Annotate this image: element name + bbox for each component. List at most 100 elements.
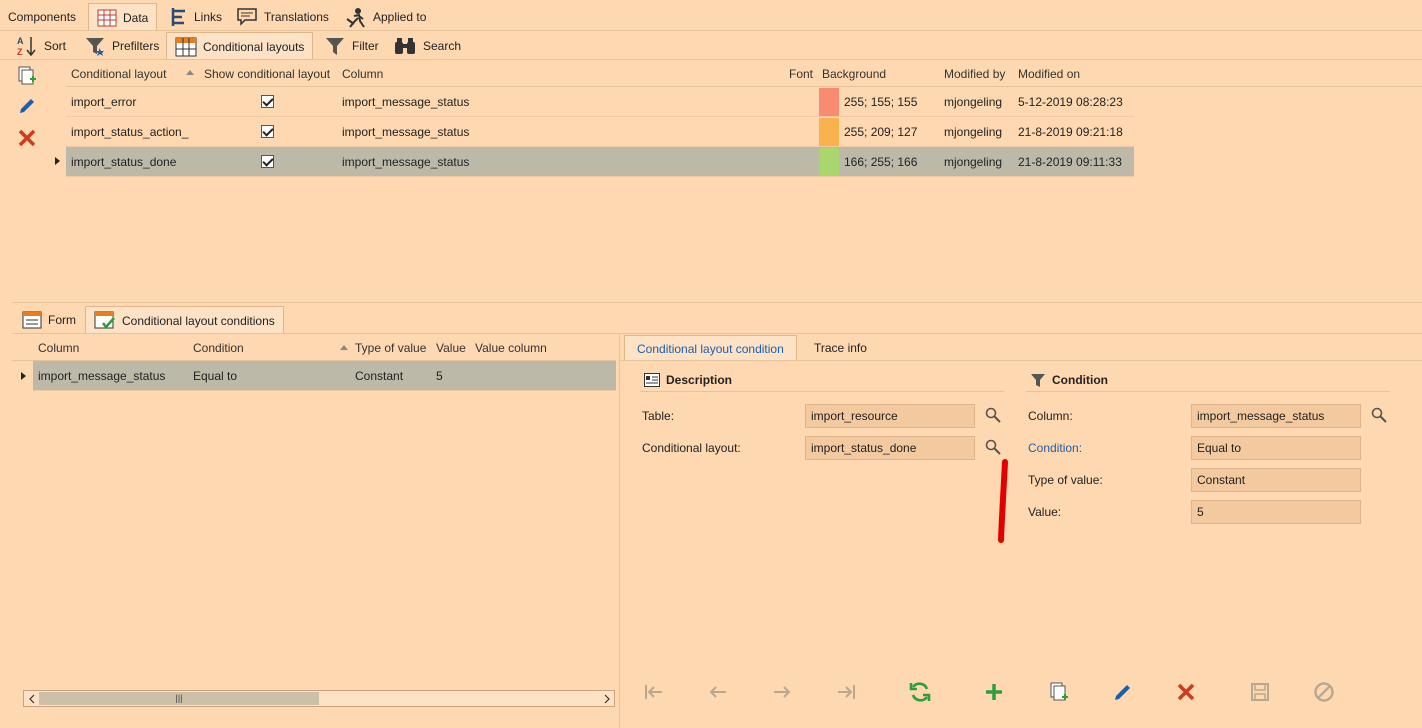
refresh-icon[interactable] (908, 680, 932, 704)
chevron-right-icon (604, 694, 610, 703)
background-color-swatch (819, 88, 839, 116)
next-record-icon[interactable] (771, 683, 793, 701)
add-icon[interactable] (983, 681, 1005, 703)
condition-group-title: Condition (1052, 373, 1108, 387)
search-icon[interactable] (1371, 407, 1387, 423)
tab-conditional-layout-condition-label: Conditional layout condition (637, 341, 784, 356)
cond-header-condition[interactable]: Condition (193, 341, 244, 355)
tab-trace-info[interactable]: Trace info (806, 335, 875, 361)
sort-asc-icon (186, 70, 194, 75)
grid-header-font[interactable]: Font (789, 67, 813, 81)
search-icon[interactable] (985, 439, 1001, 455)
row-column: import_message_status (342, 125, 470, 139)
grid-header-modified-by[interactable]: Modified by (944, 67, 1005, 81)
last-record-icon[interactable] (835, 683, 857, 701)
grid-header-show-conditional-layout[interactable]: Show conditional layout (204, 67, 330, 81)
row-layout-name: import_error (71, 95, 137, 109)
prefilter-icon (86, 38, 104, 56)
tab-conditional-layout-conditions-label: Conditional layout conditions (122, 313, 275, 328)
tab-links[interactable]: Links (158, 3, 230, 31)
tab-search[interactable]: Search (385, 32, 469, 60)
grid-header-modified-on[interactable]: Modified on (1018, 67, 1080, 81)
show-layout-checkbox[interactable] (261, 95, 274, 108)
cond-header-value[interactable]: Value (436, 341, 466, 355)
cond-header-type-of-value[interactable]: Type of value (355, 341, 426, 355)
conditional-layout-field[interactable]: import_status_done (805, 436, 975, 460)
table-label: Table: (642, 409, 675, 423)
horizontal-scrollbar[interactable]: ||| (23, 690, 615, 707)
current-row-indicator-icon (21, 372, 26, 380)
grid-header-background[interactable]: Background (822, 67, 886, 81)
table-field[interactable]: import_resource (805, 404, 975, 428)
row-modified-by: mjongeling (944, 95, 1003, 109)
tab-sort-label: Sort (44, 39, 67, 53)
row-background: 255; 209; 127 (844, 125, 918, 139)
background-color-swatch (819, 148, 839, 176)
edit-pencil-icon[interactable] (17, 96, 37, 116)
tab-filter[interactable]: Filter (316, 32, 387, 60)
table-row-selected[interactable]: import_message_status Equal to Constant … (33, 361, 616, 391)
tab-form[interactable]: Form (14, 306, 84, 334)
scroll-thumb-grip: ||| (175, 693, 183, 703)
show-layout-checkbox[interactable] (261, 125, 274, 138)
grid-header-column[interactable]: Column (342, 67, 383, 81)
type-of-value-field[interactable]: Constant (1191, 468, 1361, 492)
first-record-icon[interactable] (643, 683, 665, 701)
cond-row-column: import_message_status (38, 369, 166, 383)
scroll-right-button[interactable] (599, 691, 614, 706)
tab-trace-info-label: Trace info (814, 341, 867, 355)
tab-conditional-layouts[interactable]: Conditional layouts (166, 32, 314, 60)
row-background: 166; 255; 166 (844, 155, 918, 169)
table-row[interactable]: import_status_action_ import_message_sta… (66, 117, 1134, 147)
table-row-selected[interactable]: import_status_done import_message_status… (66, 147, 1134, 177)
links-icon (171, 8, 185, 26)
tab-links-label: Links (194, 10, 223, 24)
column-label: Column: (1028, 409, 1073, 423)
value-label: Value: (1028, 505, 1062, 519)
tab-applied-to-label: Applied to (373, 10, 427, 24)
splitter[interactable] (12, 302, 1422, 303)
row-modified-by: mjongeling (944, 125, 1003, 139)
tab-prefilters-label: Prefilters (112, 39, 160, 53)
tab-translations-label: Translations (264, 10, 329, 24)
description-group-title: Description (666, 373, 733, 387)
tab-prefilters[interactable]: Prefilters (76, 32, 167, 60)
scroll-left-button[interactable] (24, 691, 39, 706)
tab-sort[interactable]: AZ Sort (8, 32, 74, 60)
row-column: import_message_status (342, 155, 470, 169)
delete-icon[interactable] (1176, 682, 1196, 702)
condition-field[interactable]: Equal to (1191, 436, 1361, 460)
tab-translations[interactable]: Translations (228, 3, 337, 31)
save-icon[interactable] (1250, 682, 1270, 702)
cond-header-column[interactable]: Column (38, 341, 79, 355)
value-field[interactable]: 5 (1191, 500, 1361, 524)
speech-bubble-icon (237, 8, 257, 26)
detail-tabs-divider (620, 360, 1422, 361)
tab-conditional-layout-conditions[interactable]: Conditional layout conditions (85, 306, 284, 334)
search-icon[interactable] (985, 407, 1001, 423)
svg-text:A: A (17, 36, 24, 46)
sub-tabs-divider (0, 59, 1422, 60)
new-record-icon[interactable] (17, 66, 37, 86)
edit-pencil-icon[interactable] (1112, 681, 1134, 703)
cond-header-value-column[interactable]: Value column (475, 341, 547, 355)
delete-icon[interactable] (17, 128, 37, 148)
sort-az-icon: AZ (17, 36, 36, 57)
copy-record-icon[interactable] (1048, 681, 1070, 703)
row-modified-on: 21-8-2019 09:21:18 (1018, 125, 1123, 139)
scroll-thumb[interactable]: ||| (39, 692, 319, 705)
previous-record-icon[interactable] (707, 683, 729, 701)
show-layout-checkbox[interactable] (261, 155, 274, 168)
tab-components[interactable]: Components (0, 3, 84, 31)
bottom-tabs-divider (12, 333, 1422, 334)
column-field[interactable]: import_message_status (1191, 404, 1361, 428)
panel-divider (619, 334, 620, 728)
table-row[interactable]: import_error import_message_status 255; … (66, 87, 1134, 117)
grid-header-conditional-layout[interactable]: Conditional layout (71, 67, 166, 81)
tab-conditional-layout-condition[interactable]: Conditional layout condition (624, 335, 797, 361)
cancel-icon[interactable] (1313, 681, 1335, 703)
tab-data[interactable]: Data (88, 3, 158, 31)
tab-applied-to[interactable]: Applied to (337, 3, 434, 31)
filter-icon (1031, 374, 1045, 387)
sort-asc-icon (340, 345, 348, 350)
